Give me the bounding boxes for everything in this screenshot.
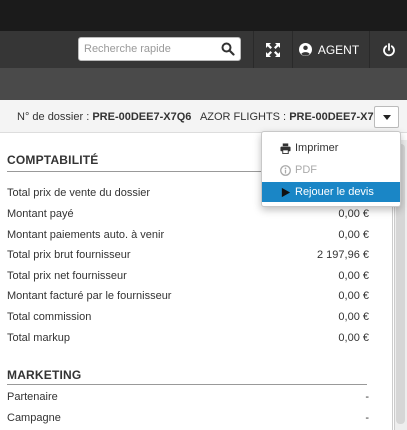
row-label: Total prix brut fournisseur: [7, 249, 131, 261]
section-divider: [7, 384, 367, 385]
row-value: 0,00 €: [338, 332, 369, 344]
menu-item-label: Rejouer le devis: [295, 186, 374, 198]
info-icon: [280, 164, 291, 176]
marketing-title: MARKETING: [7, 368, 82, 382]
caret-down-icon: [382, 114, 391, 120]
actions-dropdown-button[interactable]: [374, 106, 399, 128]
menu-item-pdf[interactable]: PDF: [262, 160, 400, 180]
sub-toolbar: [0, 68, 407, 100]
row-value: -: [365, 412, 369, 424]
row-value: 2 197,96 €: [317, 249, 369, 261]
row-label: Total markup: [7, 332, 70, 344]
logout-button[interactable]: [370, 31, 407, 68]
row-label: Partenaire: [7, 391, 58, 403]
row-value: 0,00 €: [338, 311, 369, 323]
marketing-row: Partenaire -: [7, 391, 369, 407]
menu-item-replay-quote[interactable]: Rejouer le devis: [262, 182, 400, 202]
dossier-number-value: PRE-00DEE7-X7Q6: [92, 111, 192, 123]
row-label: Montant paiements auto. à venir: [7, 229, 165, 241]
row-label: Montant facturé par le fournisseur: [7, 290, 172, 302]
row-label: Campagne: [7, 412, 61, 424]
dossier-number-label: N° de dossier :: [17, 111, 90, 123]
accounting-row: Total markup 0,00 €: [7, 332, 369, 348]
agent-menu-button[interactable]: AGENT: [293, 31, 365, 68]
row-label: Total commission: [7, 311, 92, 323]
dossier-header: N° de dossier : PRE-00DEE7-X7Q6 AZOR FLI…: [0, 100, 407, 133]
row-label: Total prix de vente du dossier: [7, 187, 151, 199]
row-value: 0,00 €: [338, 270, 369, 282]
row-label: Montant payé: [7, 208, 74, 220]
search-input[interactable]: [79, 38, 219, 60]
menu-item-label: Imprimer: [295, 142, 339, 154]
accounting-row: Montant paiements auto. à venir 0,00 €: [7, 229, 369, 245]
row-value: 0,00 €: [338, 208, 369, 220]
fullscreen-button[interactable]: [254, 31, 292, 68]
row-value: 0,00 €: [338, 229, 369, 241]
printer-icon: [280, 142, 291, 154]
search-icon[interactable]: [221, 42, 235, 56]
user-icon: [298, 43, 312, 56]
quick-search: [78, 37, 241, 61]
row-label: Total prix net fournisseur: [7, 270, 127, 282]
row-value: 0,00 €: [338, 290, 369, 302]
navbar: AGENT: [0, 31, 407, 68]
accounting-row: Montant facturé par le fournisseur 0,00 …: [7, 290, 369, 306]
power-icon: [382, 42, 395, 56]
accounting-row: Total prix brut fournisseur 2 197,96 €: [7, 249, 369, 265]
expand-icon: [266, 42, 280, 57]
accounting-row: Montant payé 0,00 €: [7, 208, 369, 224]
dossier-line: N° de dossier : PRE-00DEE7-X7Q6 AZOR FLI…: [17, 111, 388, 123]
row-value: -: [365, 391, 369, 403]
menu-item-print[interactable]: Imprimer: [262, 138, 400, 158]
accounting-row: Total commission 0,00 €: [7, 311, 369, 327]
menu-item-label: PDF: [295, 164, 317, 176]
accounting-row: Total prix net fournisseur 0,00 €: [7, 270, 369, 286]
comptabilite-title: COMPTABILITÉ: [7, 153, 99, 167]
actions-dropdown-menu: Imprimer PDF Rejouer le devis: [261, 131, 401, 207]
play-icon: [281, 187, 291, 197]
top-strip: [0, 0, 407, 31]
agent-label: AGENT: [317, 42, 360, 57]
marketing-row: Campagne -: [7, 412, 369, 428]
supplier-label: AZOR FLIGHTS :: [199, 111, 287, 123]
